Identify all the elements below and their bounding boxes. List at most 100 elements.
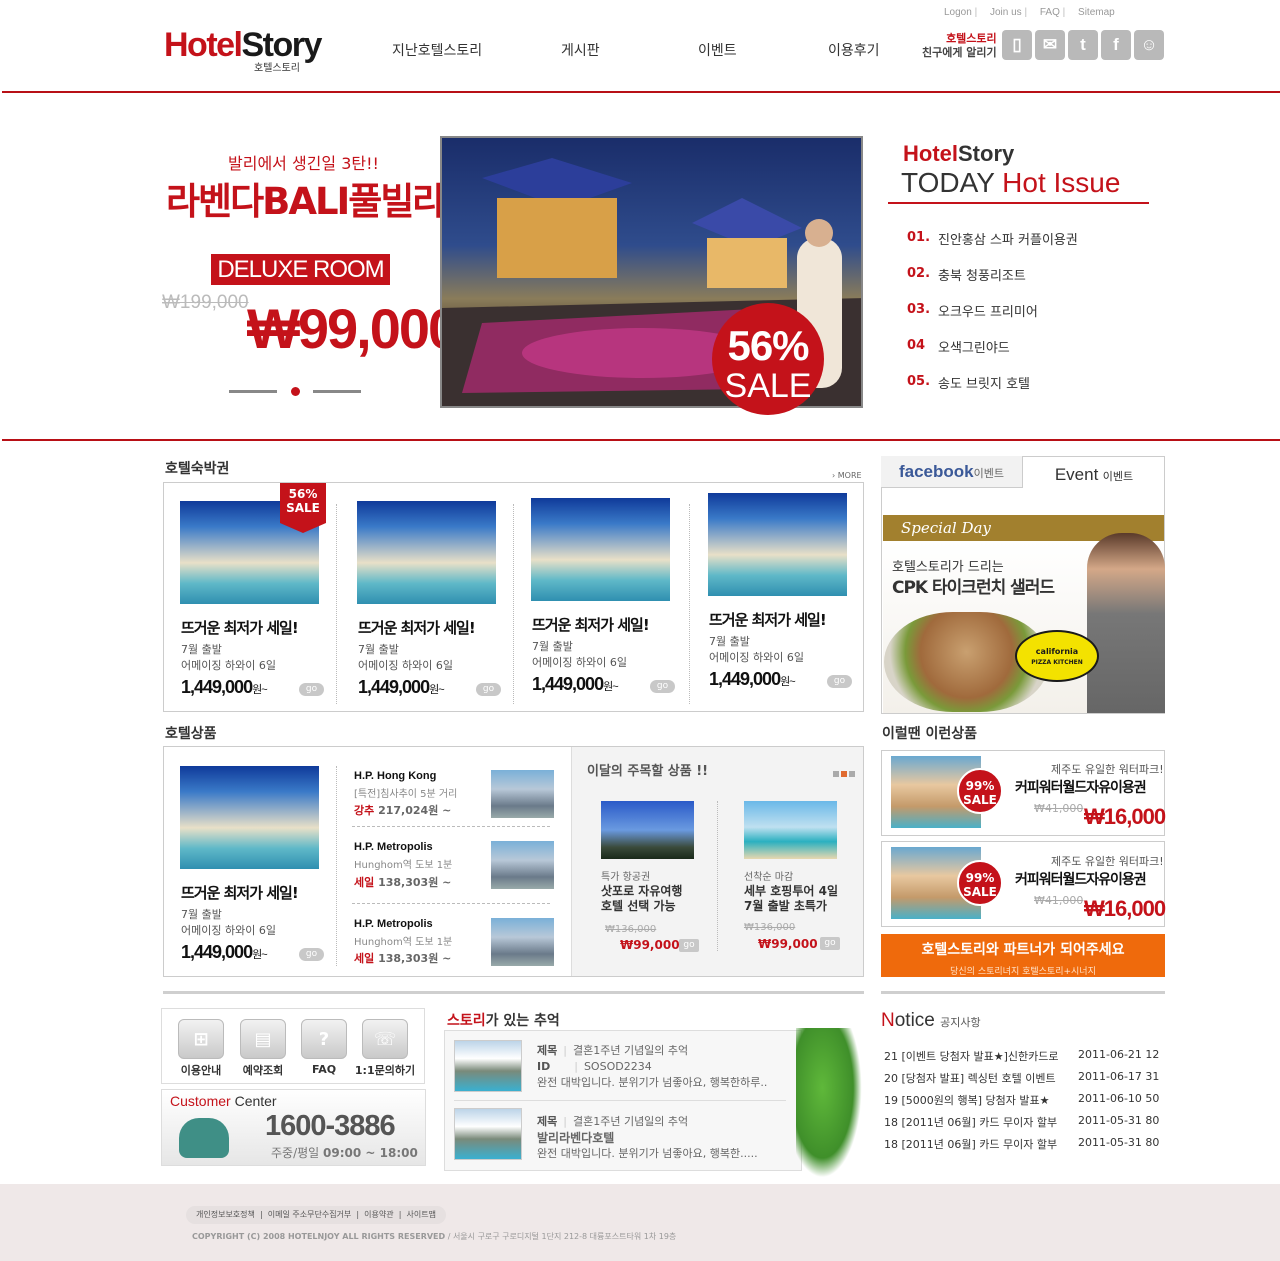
monthly-item-image[interactable]	[744, 801, 837, 859]
story-item[interactable]: 제목 | 결혼1주년 기념일의 추억 ID | SOSOD2234 완전 대박입니다. …	[537, 1043, 767, 1091]
hotel-list-image[interactable]	[491, 770, 554, 818]
hotel-list-name[interactable]: H.P. Metropolis	[354, 841, 433, 853]
mouse-icon[interactable]: ⊞	[178, 1019, 224, 1059]
slide-indicator-active[interactable]	[291, 387, 300, 396]
card-separator	[513, 504, 514, 704]
headset-icon[interactable]: ☏	[362, 1019, 408, 1059]
go-button[interactable]: go	[679, 939, 699, 952]
monthly-item-old-price: ₩136,000	[744, 922, 796, 933]
me2day-icon[interactable]: ☺	[1134, 30, 1164, 60]
tab-event[interactable]: Event 이벤트	[1023, 456, 1165, 488]
hotel-product-main-desc: 7월 출발 어메이징 하와이 6일	[181, 908, 276, 937]
notice-item[interactable]: 18 [2011년 06월] 카드 무이자 할부	[884, 1136, 1057, 1152]
join-link[interactable]: Join us	[990, 7, 1022, 18]
voucher-card-image[interactable]	[708, 493, 847, 596]
monthly-item-price: ₩99,000	[758, 937, 818, 951]
twitter-icon[interactable]: t	[1068, 30, 1098, 60]
service-guide-link[interactable]: 이용안내	[166, 1062, 236, 1078]
privacy-policy-link[interactable]: 개인정보보호정책	[196, 1210, 255, 1219]
recommend-item-sub: 제주도 유일한 워터파크!	[1051, 763, 1164, 776]
hotel-product-main-price: 1,449,000원~	[181, 942, 268, 962]
hot-issue-item[interactable]: 충북 청풍리조트	[938, 265, 1026, 284]
hotel-product-main-title[interactable]: 뜨거운 최저가 세일!	[181, 882, 299, 903]
pager-dot-active[interactable]	[841, 771, 847, 777]
slide-indicator-1[interactable]	[229, 390, 277, 393]
story-item-image[interactable]	[454, 1108, 522, 1160]
hot-issue-item[interactable]: 오크우드 프리미어	[938, 301, 1038, 320]
notice-item[interactable]: 18 [2011년 06월] 카드 무이자 할부	[884, 1114, 1057, 1130]
nav-board[interactable]: 게시판	[561, 40, 600, 60]
slide-indicator-3[interactable]	[313, 390, 361, 393]
recommend-item-name[interactable]: 커피워터월드자유이용권	[1015, 869, 1147, 889]
hot-issue-item[interactable]: 오색그린야드	[938, 337, 1010, 356]
monthly-item-category: 특가 항공권	[601, 872, 651, 883]
logo-subtitle: 호텔스토리	[254, 63, 300, 74]
monthly-pager[interactable]	[833, 771, 857, 777]
hotel-list-desc: Hunghom역 도보 1분	[354, 937, 453, 948]
go-button[interactable]: go	[650, 680, 675, 693]
document-icon[interactable]: ▤	[240, 1019, 286, 1059]
recommend-item-name[interactable]: 커피워터월드자유이용권	[1015, 777, 1147, 797]
voucher-card-desc: 7월 출발 어메이징 하와이 6일	[358, 643, 453, 672]
mail-icon[interactable]: ✉	[1035, 30, 1065, 60]
list-divider	[352, 826, 550, 827]
monthly-item-name[interactable]: 세부 호핑투어 4일 7월 출발 초특가	[744, 884, 838, 914]
notice-item[interactable]: 21 [이벤트 당첨자 발표★]신한카드로	[884, 1048, 1059, 1064]
hot-issue-title: TODAY Hot Issue	[901, 167, 1121, 198]
nav-events[interactable]: 이벤트	[698, 40, 737, 60]
header-divider	[2, 91, 1280, 93]
hot-issue-item[interactable]: 송도 브릿지 호텔	[938, 373, 1030, 392]
faq-service-link[interactable]: FAQ	[289, 1063, 359, 1076]
notice-date: 2011-05-31 80	[1078, 1114, 1160, 1127]
notice-item[interactable]: 19 [5000원의 행복] 당첨자 발표★	[884, 1092, 1050, 1108]
inquiry-link[interactable]: 1:1문의하기	[350, 1062, 420, 1078]
go-button[interactable]: go	[476, 683, 501, 696]
hotel-list-desc: Hunghom역 도보 1분	[354, 860, 453, 871]
voucher-card-title[interactable]: 뜨거운 최저가 세일!	[532, 614, 650, 635]
hotel-list-image[interactable]	[491, 841, 554, 889]
notice-item[interactable]: 20 [당첨자 발표] 렉싱턴 호텔 이벤트	[884, 1070, 1056, 1086]
pager-dot[interactable]	[833, 771, 839, 777]
pager-dot[interactable]	[849, 771, 855, 777]
email-refusal-link[interactable]: 이메일 주소무단수집거부	[268, 1210, 352, 1219]
hotel-list-name[interactable]: H.P. Hong Kong	[354, 770, 436, 782]
voucher-card-title[interactable]: 뜨거운 최저가 세일!	[181, 617, 299, 638]
partner-banner[interactable]: 호텔스토리와 파트너가 되어주세요 당신의 스토리녀지 호텔스토리+시너지	[881, 934, 1165, 977]
sitemap-link[interactable]: Sitemap	[1078, 7, 1115, 18]
hotel-list-image[interactable]	[491, 918, 554, 966]
go-button[interactable]: go	[820, 937, 840, 950]
faq-link[interactable]: FAQ	[1040, 7, 1060, 18]
hot-issue-item[interactable]: 진안홍삼 스파 커플이용권	[938, 229, 1078, 248]
story-item-image[interactable]	[454, 1040, 522, 1092]
voucher-card-title[interactable]: 뜨거운 최저가 세일!	[709, 609, 827, 630]
recommend-title: 이럴땐 이런상품	[882, 726, 978, 742]
sale-badge: 99% SALE	[957, 768, 1003, 814]
tab-facebook-event[interactable]: facebook이벤트	[881, 456, 1023, 488]
voucher-card-image[interactable]	[357, 501, 496, 604]
recommend-item-old-price: ₩41,000	[1034, 802, 1084, 815]
terms-link[interactable]: 이용약관	[364, 1210, 393, 1219]
story-item[interactable]: 제목 | 결혼1주년 기념일의 추억 발리라벤다호텔 완전 대박입니다. 분위기가 …	[537, 1114, 758, 1162]
go-button[interactable]: go	[299, 948, 324, 961]
notice-title: Notice 공지사항	[881, 1010, 981, 1031]
question-icon[interactable]: ?	[301, 1019, 347, 1059]
monthly-item-image[interactable]	[601, 801, 694, 859]
nav-reviews[interactable]: 이용후기	[828, 40, 880, 60]
go-button[interactable]: go	[827, 675, 852, 688]
hotel-list-name[interactable]: H.P. Metropolis	[354, 918, 433, 930]
nav-past-stories[interactable]: 지난호텔스토리	[392, 40, 482, 60]
voucher-card-title[interactable]: 뜨거운 최저가 세일!	[358, 617, 476, 638]
monthly-item-name[interactable]: 삿포로 자유여행 호텔 선택 가능	[601, 884, 682, 914]
hotel-product-main-image[interactable]	[180, 766, 319, 869]
voucher-card-desc: 7월 출발 어메이징 하와이 6일	[709, 635, 804, 664]
sale-ribbon: 56% SALE	[280, 483, 326, 533]
logon-link[interactable]: Logon	[944, 7, 972, 18]
voucher-more-link[interactable]: › MORE	[832, 471, 862, 480]
reservation-check-link[interactable]: 예약조회	[228, 1062, 298, 1078]
go-button[interactable]: go	[299, 683, 324, 696]
facebook-icon[interactable]: f	[1101, 30, 1131, 60]
top-links: Logon | Join us | FAQ | Sitemap	[944, 7, 1115, 18]
voucher-card-image[interactable]	[531, 498, 670, 601]
footer-sitemap-link[interactable]: 사이트맵	[406, 1210, 435, 1219]
phone-icon[interactable]: ▯	[1002, 30, 1032, 60]
